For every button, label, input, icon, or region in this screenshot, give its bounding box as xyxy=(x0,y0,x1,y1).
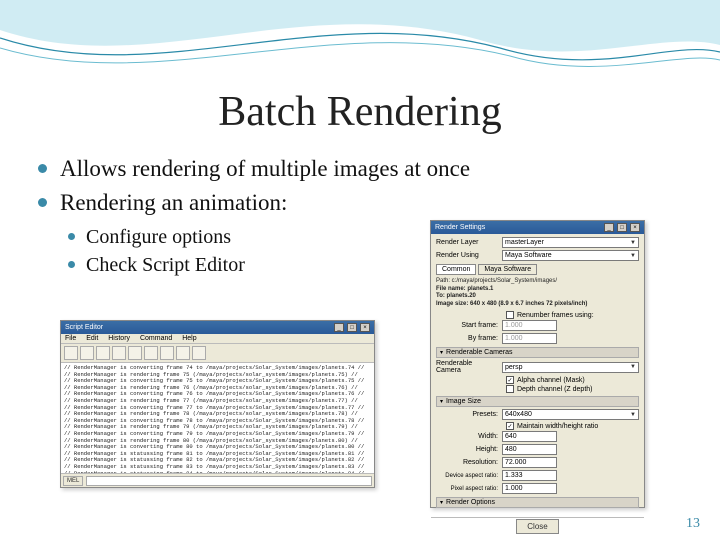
render-using-select[interactable]: Maya Software▼ xyxy=(502,250,639,261)
renderable-cameras-header[interactable]: Renderable Cameras xyxy=(436,347,639,358)
renderable-camera-label: Renderable Camera xyxy=(436,360,498,374)
window-buttons: _ □ × xyxy=(333,323,370,332)
close-icon[interactable]: × xyxy=(360,323,370,332)
by-frame-field[interactable]: 1.000 xyxy=(502,333,557,344)
start-frame-label: Start frame: xyxy=(436,322,498,329)
resolution-field[interactable]: 72.000 xyxy=(502,457,557,468)
bullet-item: Allows rendering of multiple images at o… xyxy=(38,154,690,184)
toolbar-button[interactable] xyxy=(80,346,94,360)
height-field[interactable]: 480 xyxy=(502,444,557,455)
menu-edit[interactable]: Edit xyxy=(86,335,98,342)
toolbar-button[interactable] xyxy=(160,346,174,360)
maximize-icon[interactable]: □ xyxy=(347,323,357,332)
chevron-down-icon: ▼ xyxy=(630,364,636,370)
minimize-icon[interactable]: _ xyxy=(334,323,344,332)
camera-select[interactable]: persp▼ xyxy=(502,362,639,373)
menu-help[interactable]: Help xyxy=(182,335,196,342)
toolbar-button[interactable] xyxy=(144,346,158,360)
image-size-text: Image size: 640 x 480 (8.9 x 6.7 inches … xyxy=(436,301,639,309)
log-output: // RenderManager is converting frame 74 … xyxy=(61,363,374,473)
maintain-ratio-label: Maintain width/height ratio xyxy=(517,423,598,430)
page-number: 13 xyxy=(686,516,700,532)
presets-label: Presets: xyxy=(436,411,498,418)
image-size-header[interactable]: Image Size xyxy=(436,396,639,407)
window-buttons: _ □ × xyxy=(603,223,640,232)
depth-label: Depth channel (Z depth) xyxy=(517,386,593,393)
mel-label: MEL xyxy=(63,476,83,486)
menu-history[interactable]: History xyxy=(108,335,130,342)
presets-select[interactable]: 640x480▼ xyxy=(502,409,639,420)
command-row: MEL xyxy=(61,473,374,488)
command-input[interactable] xyxy=(86,476,372,486)
close-icon[interactable]: × xyxy=(630,223,640,232)
filename-text: File name: planets.1 xyxy=(436,286,639,294)
width-field[interactable]: 640 xyxy=(502,431,557,442)
chevron-down-icon: ▼ xyxy=(630,253,636,259)
window-title: Script Editor xyxy=(65,324,103,331)
menu-bar: File Edit History Command Help xyxy=(61,334,374,344)
path-text: Path: c:/maya/projects/Solar_System/imag… xyxy=(436,278,639,286)
maximize-icon[interactable]: □ xyxy=(617,223,627,232)
log-line: // RenderManager is statussing frame 84 … xyxy=(64,471,371,474)
by-frame-label: By frame: xyxy=(436,335,498,342)
resolution-label: Resolution: xyxy=(436,459,498,466)
menu-command[interactable]: Command xyxy=(140,335,172,342)
toolbar xyxy=(61,344,374,363)
menu-file[interactable]: File xyxy=(65,335,76,342)
device-aspect-field[interactable]: 1.333 xyxy=(502,470,557,481)
toolbar-button[interactable] xyxy=(128,346,142,360)
renumber-checkbox[interactable] xyxy=(506,311,514,319)
render-options-header[interactable]: Render Options xyxy=(436,497,639,508)
device-aspect-label: Device aspect ratio: xyxy=(436,473,498,479)
tab-maya-software[interactable]: Maya Software xyxy=(478,264,537,275)
tab-common[interactable]: Common xyxy=(436,264,476,275)
renumber-label: Renumber frames using: xyxy=(517,312,594,319)
render-using-label: Render Using xyxy=(436,252,498,259)
width-label: Width: xyxy=(436,433,498,440)
chevron-down-icon: ▼ xyxy=(630,412,636,418)
render-settings-window: Render Settings _ □ × Render Layer maste… xyxy=(430,220,645,508)
toolbar-button[interactable] xyxy=(176,346,190,360)
pixel-aspect-field[interactable]: 1.000 xyxy=(502,483,557,494)
script-editor-titlebar: Script Editor _ □ × xyxy=(61,321,374,334)
maintain-ratio-checkbox[interactable]: ✓ xyxy=(506,422,514,430)
window-title: Render Settings xyxy=(435,224,485,231)
toolbar-button[interactable] xyxy=(192,346,206,360)
height-label: Height: xyxy=(436,446,498,453)
start-frame-field[interactable]: 1.000 xyxy=(502,320,557,331)
alpha-label: Alpha channel (Mask) xyxy=(517,377,585,384)
toolbar-button[interactable] xyxy=(112,346,126,360)
toolbar-button[interactable] xyxy=(64,346,78,360)
render-layer-label: Render Layer xyxy=(436,239,498,246)
render-settings-titlebar: Render Settings _ □ × xyxy=(431,221,644,234)
slide-title: Batch Rendering xyxy=(30,88,690,136)
render-layer-select[interactable]: masterLayer▼ xyxy=(502,237,639,248)
depth-checkbox[interactable] xyxy=(506,385,514,393)
pixel-aspect-label: Pixel aspect ratio: xyxy=(436,486,498,492)
alpha-checkbox[interactable]: ✓ xyxy=(506,376,514,384)
bullet-list: Allows rendering of multiple images at o… xyxy=(38,154,690,218)
toolbar-button[interactable] xyxy=(96,346,110,360)
to-text: To: planets.20 xyxy=(436,293,639,301)
script-editor-window: Script Editor _ □ × File Edit History Co… xyxy=(60,320,375,488)
close-button[interactable]: Close xyxy=(516,519,558,534)
chevron-down-icon: ▼ xyxy=(630,240,636,246)
bullet-item: Rendering an animation: xyxy=(38,188,690,218)
minimize-icon[interactable]: _ xyxy=(604,223,614,232)
